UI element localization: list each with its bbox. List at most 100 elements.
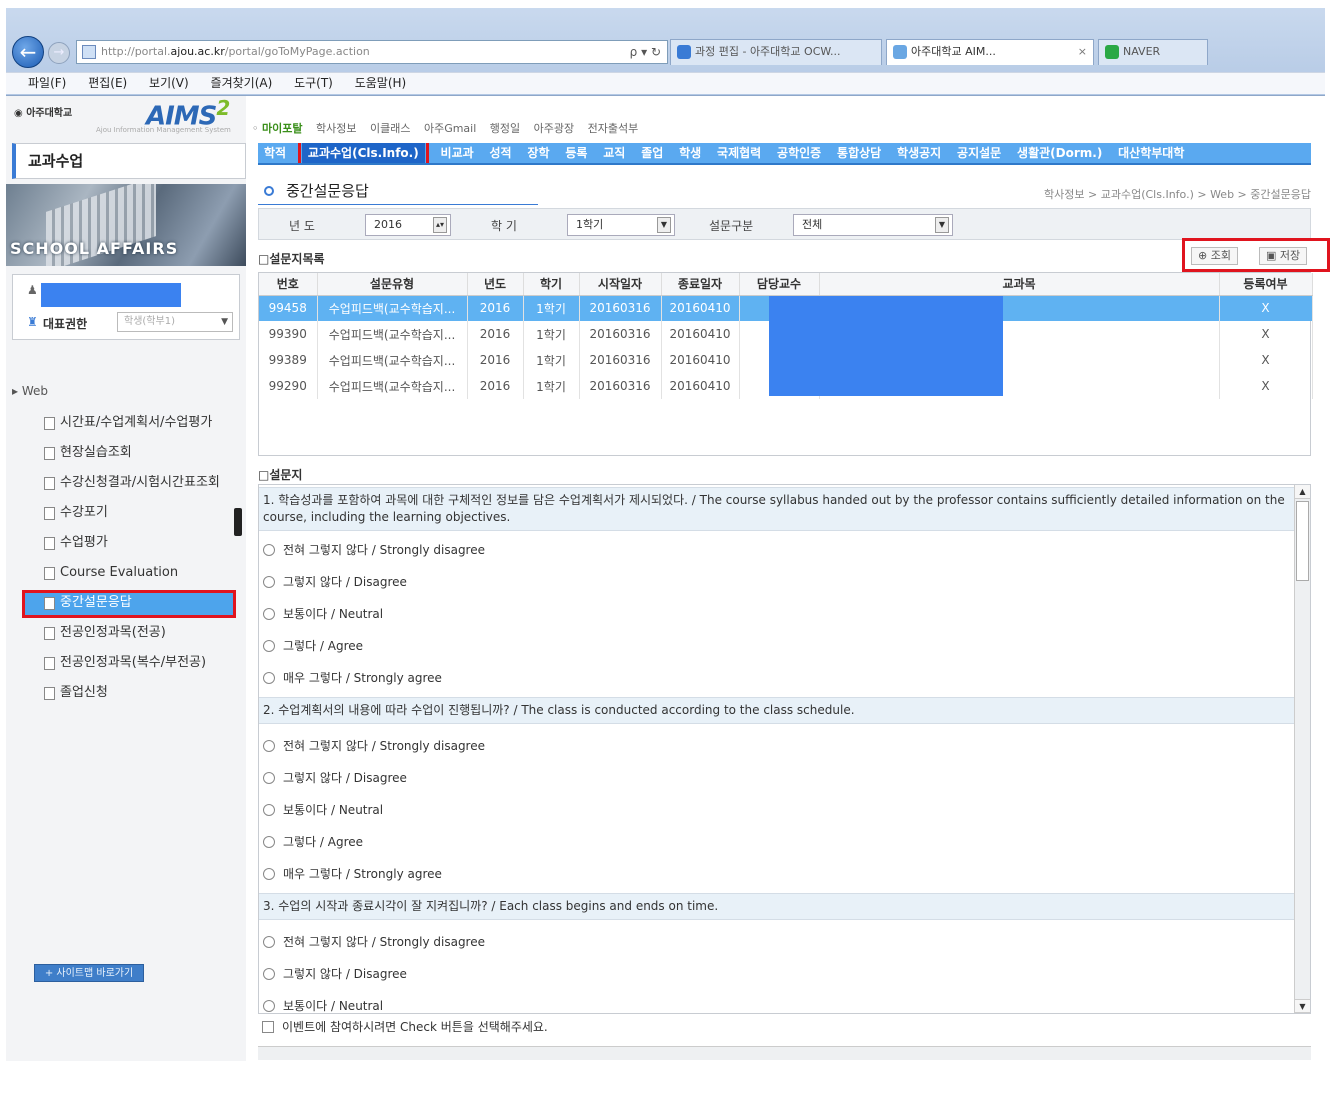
browser-tab-naver[interactable]: NAVER: [1098, 39, 1208, 65]
radio-icon[interactable]: [263, 1000, 275, 1012]
q2-option-3[interactable]: 보통이다 / Neutral: [263, 801, 383, 818]
q3-option-2[interactable]: 그렇지 않다 / Disagree: [263, 965, 407, 982]
top-link-plaza[interactable]: 아주광장: [534, 122, 574, 135]
top-link-admin[interactable]: 행정일: [490, 122, 520, 135]
gnb-item-active[interactable]: 교과수업(Cls.Info.): [297, 143, 429, 163]
scrollbar-thumb[interactable]: [1296, 501, 1309, 581]
q1-option-5[interactable]: 매우 그렇다 / Strongly agree: [263, 669, 442, 686]
tree-item-course-evaluation[interactable]: Course Evaluation: [44, 562, 220, 592]
tree-item-minor-courses[interactable]: 전공인정과목(복수/부전공): [44, 652, 220, 682]
gnb-item[interactable]: 장학: [527, 143, 549, 163]
column-header[interactable]: 교과목: [819, 273, 1220, 296]
column-header[interactable]: 설문유형: [317, 273, 468, 296]
browser-tab-aims[interactable]: 아주대학교 AIM... ×: [886, 39, 1094, 65]
gnb-item[interactable]: 공지설문: [957, 143, 1001, 163]
column-header[interactable]: 번호: [259, 273, 318, 296]
gnb-item[interactable]: 국제협력: [717, 143, 761, 163]
top-link-academic[interactable]: 학사정보: [316, 122, 356, 135]
browser-tab-ocw[interactable]: 과정 편집 - 아주대학교 OCW...: [670, 39, 882, 65]
radio-icon[interactable]: [263, 936, 275, 948]
gnb-item[interactable]: 등록: [565, 143, 587, 163]
q2-option-2[interactable]: 그렇지 않다 / Disagree: [263, 769, 407, 786]
radio-icon[interactable]: [263, 740, 275, 752]
university-logo[interactable]: ◉ 아주대학교: [14, 104, 72, 119]
gnb-item[interactable]: 교직: [603, 143, 625, 163]
column-header[interactable]: 등록여부: [1219, 273, 1313, 296]
sitemap-button[interactable]: + 사이트맵 바로가기: [34, 964, 144, 982]
gnb-item[interactable]: 대산학부대학: [1118, 143, 1184, 163]
q1-option-2[interactable]: 그렇지 않다 / Disagree: [263, 573, 407, 590]
tree-item-label: 전공인정과목(전공): [60, 625, 166, 640]
gnb-item[interactable]: 학생: [679, 143, 701, 163]
q2-option-5[interactable]: 매우 그렇다 / Strongly agree: [263, 865, 442, 882]
tree-item-timetable[interactable]: 시간표/수업계획서/수업평가: [44, 412, 220, 442]
q3-option-1[interactable]: 전혀 그렇지 않다 / Strongly disagree: [263, 933, 485, 950]
q1-option-3[interactable]: 보통이다 / Neutral: [263, 605, 383, 622]
gnb-item[interactable]: 졸업: [641, 143, 663, 163]
term-select[interactable]: 1학기 ▼: [567, 214, 675, 236]
save-button[interactable]: ▣ 저장: [1259, 247, 1308, 265]
search-button[interactable]: ⊕ 조회: [1191, 247, 1238, 265]
questions-scrollbar[interactable]: ▲ ▼: [1294, 485, 1310, 1013]
radio-icon[interactable]: [263, 836, 275, 848]
top-link-attendance[interactable]: 전자출석부: [588, 122, 639, 135]
gnb-item[interactable]: 학생공지: [897, 143, 941, 163]
gnb-item[interactable]: 비교과: [441, 143, 474, 163]
tree-item-course-drop[interactable]: 수강포기: [44, 502, 220, 532]
scroll-up-icon[interactable]: ▲: [1295, 485, 1310, 499]
menu-edit[interactable]: 편집(E): [88, 73, 127, 93]
radio-icon[interactable]: [263, 576, 275, 588]
radio-icon[interactable]: [263, 968, 275, 980]
role-select[interactable]: 학생(학부1) ▼: [117, 312, 233, 332]
radio-icon[interactable]: [263, 640, 275, 652]
stepper-arrows-icon[interactable]: ▴▾: [433, 217, 447, 233]
gnb-item[interactable]: 학적: [264, 143, 286, 163]
top-link-gmail[interactable]: 아주Gmail: [424, 122, 476, 135]
radio-icon[interactable]: [263, 544, 275, 556]
menu-tools[interactable]: 도구(T): [294, 73, 333, 93]
tree-item-graduation[interactable]: 졸업신청: [44, 682, 220, 712]
tree-item-course-rating[interactable]: 수업평가: [44, 532, 220, 562]
menu-favorites[interactable]: 즐겨찾기(A): [211, 73, 273, 93]
q1-option-4[interactable]: 그렇다 / Agree: [263, 637, 363, 654]
top-link-myportal[interactable]: 마이포탈: [262, 122, 302, 135]
menu-view[interactable]: 보기(V): [149, 73, 189, 93]
tree-root-web[interactable]: ▸ Web: [12, 384, 48, 398]
tree-item-field-practice[interactable]: 현장실습조회: [44, 442, 220, 472]
sidebar-collapse-handle[interactable]: [234, 508, 242, 536]
menu-help[interactable]: 도움말(H): [355, 73, 407, 93]
q2-option-1[interactable]: 전혀 그렇지 않다 / Strongly disagree: [263, 737, 485, 754]
column-header[interactable]: 년도: [467, 273, 524, 296]
column-header[interactable]: 담당교수: [739, 273, 820, 296]
year-stepper[interactable]: 2016 ▴▾: [365, 214, 451, 236]
menu-file[interactable]: 파일(F): [28, 73, 66, 93]
search-refresh-icon[interactable]: ρ ▾ ↻: [630, 45, 661, 59]
radio-icon[interactable]: [263, 672, 275, 684]
gnb-item[interactable]: 성적: [490, 143, 512, 163]
q1-option-1[interactable]: 전혀 그렇지 않다 / Strongly disagree: [263, 541, 485, 558]
address-bar[interactable]: http://portal.ajou.ac.kr/portal/goToMyPa…: [76, 40, 668, 64]
survey-type-select[interactable]: 전체 ▼: [793, 214, 953, 236]
top-link-eclass[interactable]: 이클래스: [370, 122, 410, 135]
event-checkbox-row[interactable]: 이벤트에 참여하시려면 Check 버튼을 선택해주세요.: [262, 1018, 548, 1035]
radio-icon[interactable]: [263, 868, 275, 880]
gnb-item[interactable]: 생활관(Dorm.): [1017, 143, 1102, 163]
checkbox-icon[interactable]: [262, 1021, 274, 1033]
back-arrow-icon[interactable]: ←: [12, 36, 44, 68]
column-header[interactable]: 종료일자: [661, 273, 740, 296]
q3-option-3[interactable]: 보통이다 / Neutral: [263, 997, 383, 1013]
forward-arrow-icon[interactable]: →: [48, 42, 70, 64]
tree-item-midterm-survey[interactable]: 중간설문응답: [22, 590, 236, 622]
gnb-item[interactable]: 통합상담: [837, 143, 881, 163]
close-tab-icon[interactable]: ×: [1078, 40, 1087, 64]
tree-item-registration-result[interactable]: 수강신청결과/시험시간표조회: [44, 472, 220, 502]
column-header[interactable]: 시작일자: [579, 273, 662, 296]
gnb-item[interactable]: 공학인증: [777, 143, 821, 163]
tree-item-major-courses[interactable]: 전공인정과목(전공): [44, 622, 220, 652]
radio-icon[interactable]: [263, 804, 275, 816]
radio-icon[interactable]: [263, 608, 275, 620]
radio-icon[interactable]: [263, 772, 275, 784]
column-header[interactable]: 학기: [523, 273, 580, 296]
scroll-down-icon[interactable]: ▼: [1295, 999, 1310, 1013]
q2-option-4[interactable]: 그렇다 / Agree: [263, 833, 363, 850]
